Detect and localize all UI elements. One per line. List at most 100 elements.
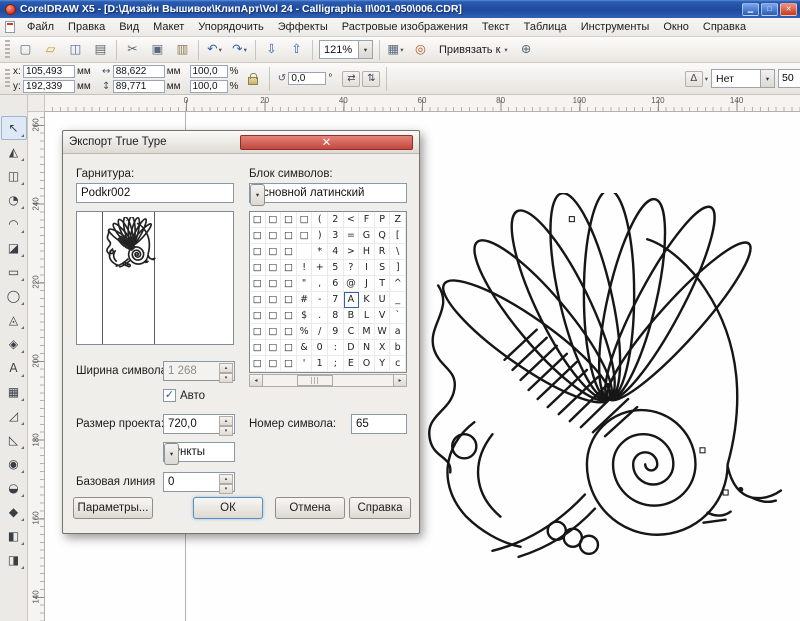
spin-up-icon[interactable]: ▴ [219,416,233,426]
toolbar-grip[interactable] [5,69,10,89]
char-cell[interactable]: L [359,308,375,324]
char-cell[interactable]: F [359,212,375,228]
char-cell[interactable]: C [344,324,360,340]
char-cell[interactable]: □ [281,260,297,276]
char-cell[interactable]: □ [266,356,282,372]
font-name-field[interactable]: Podkr002 [76,183,234,203]
menu-item[interactable]: Упорядочить [191,19,270,35]
fill-tool[interactable]: ◧ [1,524,27,548]
spin-down-icon[interactable]: ▾ [219,373,233,383]
calligraphic-bird-drawing[interactable] [408,193,800,585]
redo-icon[interactable]: ↷▾ [228,39,251,61]
char-cell[interactable]: ! [297,260,313,276]
y-position-field[interactable]: 192,339 [23,80,75,93]
scale-x-field[interactable]: 100,0 [190,65,228,78]
clipped-field[interactable]: 50 [778,69,800,88]
zoom-tool[interactable]: ◔ [1,188,27,212]
char-cell[interactable]: □ [266,212,282,228]
char-cell[interactable]: 6 [328,276,344,292]
scrollbar-track[interactable] [263,375,393,386]
dimension-tool[interactable]: ◿ [1,404,27,428]
object-width-field[interactable]: 88,622 [113,65,165,78]
vertical-ruler[interactable]: 260240220200180160140 [28,112,45,621]
char-cell[interactable]: □ [266,276,282,292]
char-cell[interactable]: ' [297,356,313,372]
char-cell[interactable]: □ [266,292,282,308]
char-cell[interactable]: □ [250,276,266,292]
freehand-tool[interactable]: ◠ [1,212,27,236]
scroll-right-icon[interactable]: ▸ [393,375,406,386]
baseline-spinner[interactable]: ▴ ▾ [219,474,233,490]
char-cell[interactable]: / [312,324,328,340]
char-cell[interactable]: □ [250,228,266,244]
char-cell[interactable]: = [344,228,360,244]
char-cell[interactable]: S [375,260,391,276]
char-cell[interactable]: < [344,212,360,228]
char-cell[interactable]: a [390,324,406,340]
char-cell[interactable]: V [375,308,391,324]
chevron-down-icon[interactable]: ▾ [400,46,403,54]
char-cell[interactable]: □ [250,308,266,324]
char-cell[interactable]: □ [297,212,313,228]
char-cell[interactable]: R [375,244,391,260]
char-cell[interactable]: □ [250,244,266,260]
document-icon[interactable] [5,21,15,33]
char-cell[interactable]: > [344,244,360,260]
char-cell[interactable]: □ [266,324,282,340]
baseline-field[interactable]: 0 ▴ ▾ [163,472,235,492]
char-cell[interactable]: ` [390,308,406,324]
polygon-tool[interactable]: ◬ [1,308,27,332]
char-cell[interactable]: Z [390,212,406,228]
char-cell[interactable]: b [390,340,406,356]
char-cell[interactable]: E [344,356,360,372]
options-icon[interactable]: ⊕ [515,39,538,61]
auto-checkbox[interactable]: ✓ [163,389,176,402]
chevron-down-icon[interactable]: ▾ [250,184,265,206]
char-cell[interactable]: □ [281,340,297,356]
char-cell[interactable]: G [359,228,375,244]
blend-tool[interactable]: ◉ [1,452,27,476]
menu-item[interactable]: Файл [20,19,61,35]
char-cell[interactable]: D [344,340,360,356]
char-cell[interactable]: □ [297,228,313,244]
char-cell[interactable]: " [297,276,313,292]
char-cell[interactable]: O [359,356,375,372]
scale-y-field[interactable]: 100,0 [190,80,228,93]
save-icon[interactable]: ◫ [64,39,87,61]
char-cell[interactable]: □ [281,356,297,372]
char-cell[interactable]: \ [390,244,406,260]
char-cell[interactable]: + [312,260,328,276]
menu-item[interactable]: Вид [112,19,146,35]
horizontal-ruler[interactable]: 020406080100120140 [45,95,800,112]
dialog-close-button[interactable]: ✕ [240,135,413,150]
mirror-horizontal-button[interactable]: ⇄ [342,71,360,87]
char-cell[interactable]: □ [250,324,266,340]
char-number-field[interactable]: 65 [351,414,407,434]
close-button[interactable]: ✕ [780,3,797,16]
char-cell[interactable]: K [359,292,375,308]
char-cell[interactable]: ) [312,228,328,244]
character-grid-scrollbar[interactable]: ◂ ▸ [249,374,407,387]
char-cell[interactable]: □ [266,228,282,244]
char-cell[interactable]: P [375,212,391,228]
char-cell[interactable]: ^ [390,276,406,292]
open-icon[interactable]: ▱ [39,39,62,61]
char-cell[interactable]: □ [281,324,297,340]
chevron-down-icon[interactable]: ▾ [705,75,708,83]
char-cell[interactable]: J [359,276,375,292]
snap-to-dropdown[interactable]: Привязать к▾ [433,40,514,60]
smart-fill-tool[interactable]: ◪ [1,236,27,260]
object-height-field[interactable]: 89,771 [113,80,165,93]
char-cell[interactable]: Y [375,356,391,372]
ruler-origin-corner[interactable] [28,95,45,112]
char-cell[interactable]: H [359,244,375,260]
cut-icon[interactable]: ✂ [121,39,144,61]
char-cell[interactable]: A [344,292,360,308]
lock-ratio-button[interactable] [248,77,258,85]
char-cell[interactable]: : [328,340,344,356]
toolbar-grip[interactable] [5,40,10,60]
char-cell[interactable]: N [359,340,375,356]
char-cell[interactable]: % [297,324,313,340]
char-cell[interactable]: □ [281,308,297,324]
char-cell[interactable]: □ [281,244,297,260]
